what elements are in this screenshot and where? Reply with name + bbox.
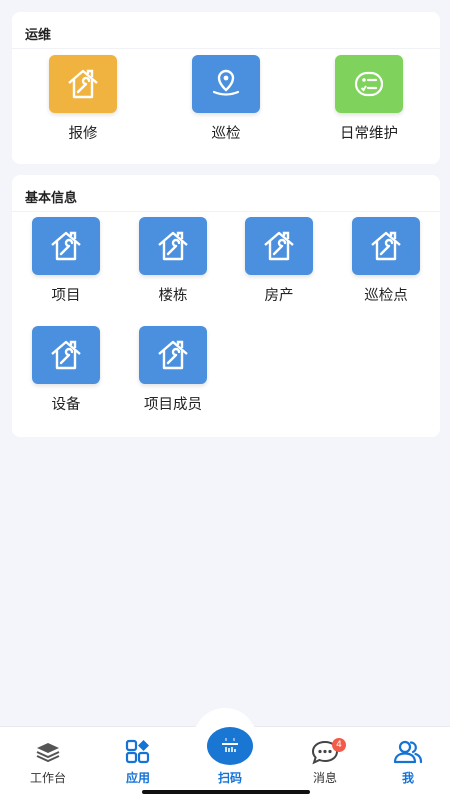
home-indicator (142, 790, 310, 794)
tile-property[interactable]: 房产 (224, 217, 334, 305)
tab-apps[interactable]: 应用 (93, 739, 183, 786)
apps-grid-icon (93, 739, 183, 765)
messages-badge: 4 (332, 738, 346, 752)
tab-workbench[interactable]: 工作台 (3, 739, 93, 786)
scan-button[interactable] (207, 727, 253, 765)
ops-card: 运维 报修 巡检 日常维护 (12, 12, 440, 164)
scan-icon (222, 738, 238, 752)
tile-maintenance-label: 日常维护 (340, 126, 398, 142)
tab-messages[interactable]: 消息 (280, 739, 370, 786)
tab-workbench-label: 工作台 (29, 771, 66, 785)
tile-project-members[interactable]: 项目成员 (118, 326, 228, 414)
location-pin-icon (192, 55, 260, 113)
house-wrench-icon (49, 55, 117, 113)
house-wrench-icon (139, 326, 207, 384)
tab-me[interactable]: 我 (363, 739, 450, 786)
tile-project-members-label: 项目成员 (144, 397, 202, 413)
tile-property-label: 房产 (264, 288, 294, 304)
ops-card-title: 运维 (25, 28, 52, 43)
tab-messages-label: 消息 (312, 771, 337, 785)
tile-inspection[interactable]: 巡检 (171, 55, 281, 143)
basic-info-card-title: 基本信息 (25, 191, 78, 206)
layers-icon (3, 739, 93, 765)
basic-info-card-divider (12, 211, 440, 212)
chat-bubble-icon (280, 739, 370, 765)
tile-equipment-label: 设备 (51, 397, 81, 413)
tile-project-label: 项目 (51, 288, 81, 304)
tab-apps-label: 应用 (125, 771, 150, 785)
users-icon (363, 739, 450, 765)
tab-scan[interactable]: 扫码 (185, 765, 275, 786)
tile-maintenance[interactable]: 日常维护 (314, 55, 424, 143)
tile-repair[interactable]: 报修 (28, 55, 138, 143)
basic-info-card: 基本信息 项目 楼栋 房产 巡检点 设备 项目成员 (12, 175, 440, 437)
tile-checkpoint-label: 巡检点 (364, 288, 408, 304)
tab-scan-label: 扫码 (217, 771, 242, 785)
ops-card-divider (12, 48, 440, 49)
tile-equipment[interactable]: 设备 (11, 326, 121, 414)
tile-building[interactable]: 楼栋 (118, 217, 228, 305)
tile-project[interactable]: 项目 (11, 217, 121, 305)
house-wrench-icon (32, 326, 100, 384)
tab-me-label: 我 (401, 771, 414, 785)
tile-inspection-label: 巡检 (211, 126, 241, 142)
house-wrench-icon (32, 217, 100, 275)
checklist-icon (335, 55, 403, 113)
tile-checkpoint[interactable]: 巡检点 (331, 217, 441, 305)
house-wrench-icon (245, 217, 313, 275)
house-wrench-icon (139, 217, 207, 275)
house-wrench-icon (352, 217, 420, 275)
tile-building-label: 楼栋 (158, 288, 188, 304)
tile-repair-label: 报修 (68, 126, 98, 142)
